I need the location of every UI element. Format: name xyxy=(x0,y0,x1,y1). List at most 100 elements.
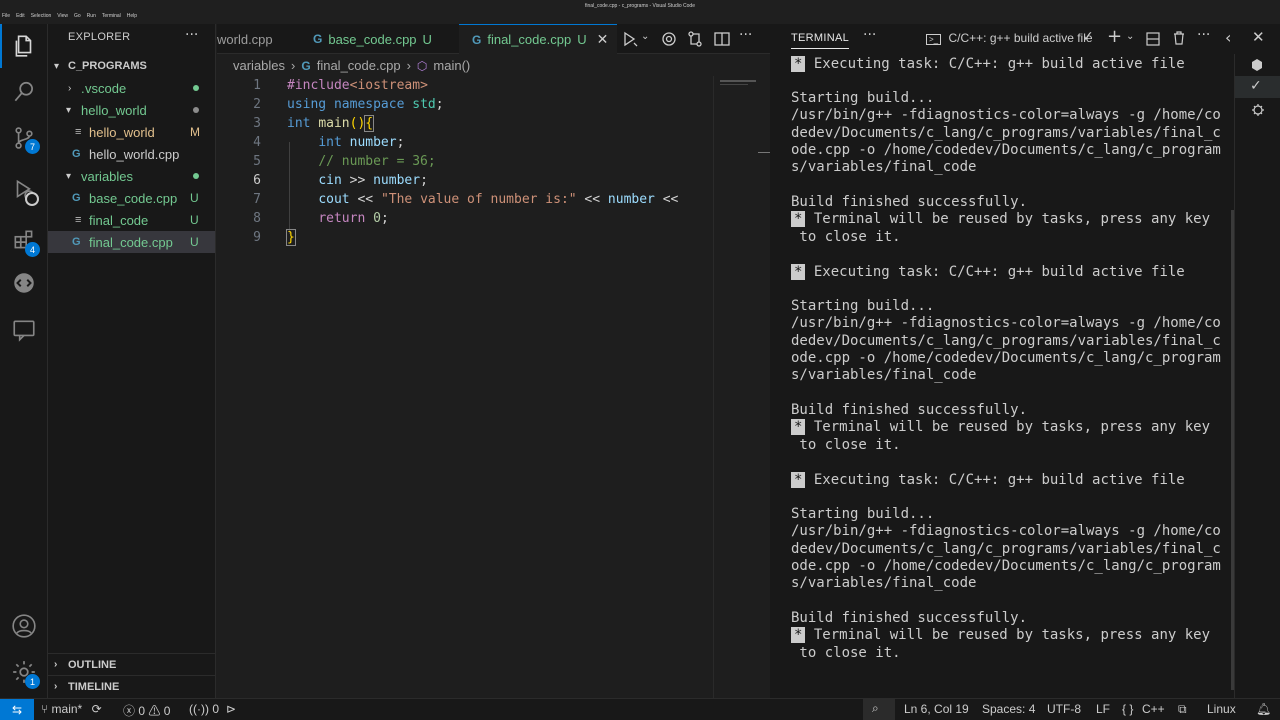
remote-indicator[interactable]: ⇆ xyxy=(0,699,34,720)
error-count: 0 xyxy=(138,704,146,718)
tab-final-code-cpp[interactable]: G final_code.cpp U ✕ xyxy=(459,24,617,54)
menu-run[interactable]: Run xyxy=(87,13,96,19)
split-editor-icon[interactable] xyxy=(713,30,731,48)
zoom-indicator[interactable]: ⌕ xyxy=(863,699,895,720)
menu-go[interactable]: Go xyxy=(74,13,81,19)
menu-file[interactable]: File xyxy=(2,13,10,19)
terminal-tab-active[interactable]: ✓ xyxy=(1235,76,1280,98)
breadcrumb-symbol[interactable]: main() xyxy=(433,58,470,73)
gear-icon[interactable] xyxy=(660,30,678,48)
outline-label: OUTLINE xyxy=(68,658,117,671)
extensions-activity-button[interactable]: 4 xyxy=(0,218,48,262)
run-icon[interactable] xyxy=(621,30,639,48)
tree-item-vscode[interactable]: › . vscode xyxy=(48,77,215,99)
modified-status: M xyxy=(190,125,200,139)
chevron-left-icon[interactable]: ‹ xyxy=(1225,28,1231,47)
tools-icon[interactable] xyxy=(1250,58,1264,72)
tree-item-hello-world-binary[interactable]: ≡ hello_world M xyxy=(48,121,215,143)
editor-tabs: world.cpp G base_code.cpp U G final_code… xyxy=(217,24,770,54)
braces-icon[interactable]: { } xyxy=(1122,702,1133,716)
explorer-activity-button[interactable] xyxy=(0,24,48,68)
terminal-line: Starting build... xyxy=(791,506,935,522)
tab-hello-world-cpp[interactable]: world.cpp xyxy=(217,24,301,54)
run-debug-activity-button[interactable] xyxy=(0,168,48,212)
trash-icon[interactable] xyxy=(1171,30,1187,46)
tab-status: U xyxy=(577,32,587,47)
menu-view[interactable]: View xyxy=(57,13,68,19)
tree-item-base-code-cpp[interactable]: G base_code.cpp U xyxy=(48,187,215,209)
tree-item-final-code-binary[interactable]: ≡ final_code U xyxy=(48,209,215,231)
breadcrumb: variables › G final_code.cpp › ⬡ main() xyxy=(233,58,470,73)
terminal-task-selector[interactable]: >_ C/C++: g++ build active file xyxy=(926,31,1093,45)
terminal-line: s/variables/final_code xyxy=(791,159,977,175)
code-line: cout << "The value of number is:" << num… xyxy=(287,192,678,207)
tree-item-final-code-cpp[interactable]: G final_code.cpp U xyxy=(48,231,215,253)
workspace-root[interactable]: ▾ C_PROGRAMS xyxy=(48,55,215,77)
language-mode[interactable]: C++ xyxy=(1142,702,1165,716)
outline-section[interactable]: › OUTLINE xyxy=(48,653,215,675)
cpp-file-icon: G xyxy=(72,148,81,160)
notifications-icon[interactable]: 🔔︎ xyxy=(1256,702,1271,716)
debug-icon[interactable] xyxy=(1250,102,1266,118)
copilot-icon[interactable]: ⧉ xyxy=(1178,702,1187,717)
chevron-right-icon: › xyxy=(406,58,411,73)
more-actions-icon[interactable]: ··· xyxy=(739,27,757,45)
warning-count: 0 xyxy=(163,704,171,718)
run-task-icon[interactable]: ⊳ xyxy=(226,702,236,716)
git-branch-icon: ⑂ xyxy=(41,702,49,716)
ports-indicator[interactable]: ((·)) 0 xyxy=(189,702,219,716)
tab-status: U xyxy=(422,31,432,47)
menu-selection[interactable]: Selection xyxy=(31,13,52,19)
compare-changes-icon[interactable] xyxy=(686,30,704,48)
tree-item-variables-folder[interactable]: ▾ variables xyxy=(48,165,215,187)
title-bar: final_code.cpp - c_programs - Visual Stu… xyxy=(0,0,1280,24)
menu-help[interactable]: Help xyxy=(127,13,137,19)
line-number: 4 xyxy=(253,135,261,150)
close-icon[interactable]: ✕ xyxy=(1252,28,1265,46)
breadcrumb-file[interactable]: final_code.cpp xyxy=(317,58,401,73)
terminal-line: * Terminal will be reused by tasks, pres… xyxy=(791,419,1210,435)
search-activity-button[interactable] xyxy=(0,70,48,114)
manage-activity-button[interactable]: 1 xyxy=(0,650,48,694)
more-actions-icon[interactable]: ··· xyxy=(1197,27,1210,43)
remote-chat-icon xyxy=(14,273,34,293)
token-keyword: namespace xyxy=(333,97,405,112)
source-control-activity-button[interactable]: 7 xyxy=(0,116,48,160)
breadcrumb-folder[interactable]: variables xyxy=(233,58,285,73)
platform-indicator[interactable]: Linux xyxy=(1207,702,1236,716)
problems-indicator[interactable]: ⓧ 0 ⚠ 0 xyxy=(123,702,170,719)
chat-activity-button[interactable] xyxy=(0,261,48,305)
terminal-line: /usr/bin/g++ -fdiagnostics-color=always … xyxy=(791,315,1221,331)
minimap[interactable] xyxy=(713,76,770,698)
branch-indicator[interactable]: ⑂ main* ⟳ xyxy=(41,702,102,716)
plus-icon[interactable]: + xyxy=(1107,26,1122,47)
preview-activity-button[interactable] xyxy=(0,308,48,352)
explorer-more-button[interactable]: ··· xyxy=(185,27,198,43)
tree-item-hello-world-cpp[interactable]: G hello_world.cpp xyxy=(48,143,215,165)
check-icon[interactable]: ✓ xyxy=(1082,29,1094,45)
tab-base-code-cpp[interactable]: G base_code.cpp U xyxy=(301,24,459,54)
tab-label: world.cpp xyxy=(217,31,273,47)
end-of-line[interactable]: LF xyxy=(1096,702,1110,716)
exec-line: Executing task: C/C++: g++ build active … xyxy=(805,56,1185,72)
token-comment: // number = 36; xyxy=(318,154,436,169)
menu-edit[interactable]: Edit xyxy=(16,13,25,19)
encoding[interactable]: UTF-8 xyxy=(1047,702,1081,716)
close-icon[interactable]: ✕ xyxy=(597,31,609,48)
chevron-down-icon[interactable]: ⌄ xyxy=(1126,31,1134,42)
warning-icon: ⚠ xyxy=(148,704,161,718)
workspace-root-label: C_PROGRAMS xyxy=(68,60,147,72)
indentation[interactable]: Spaces: 4 xyxy=(982,702,1035,716)
terminal-more-button[interactable]: ··· xyxy=(863,27,876,43)
code-editor[interactable]: 1 2 3 4 5 6 7 8 9 #include<iostream> usi… xyxy=(217,76,770,698)
tree-item-hello-world-folder[interactable]: ▾ hello_world xyxy=(48,99,215,121)
chevron-down-icon[interactable]: ⌄ xyxy=(641,31,659,49)
cursor-position[interactable]: Ln 6, Col 19 xyxy=(904,702,969,716)
terminal-tab-title[interactable]: TERMINAL xyxy=(791,32,850,49)
code-line: using namespace std; xyxy=(287,97,444,112)
timeline-section[interactable]: › TIMELINE xyxy=(48,675,215,697)
menu-terminal[interactable]: Terminal xyxy=(102,13,121,19)
accounts-activity-button[interactable] xyxy=(0,604,48,648)
terminal-output[interactable]: * Executing task: C/C++: g++ build activ… xyxy=(772,54,1234,698)
split-terminal-icon[interactable] xyxy=(1145,31,1161,47)
